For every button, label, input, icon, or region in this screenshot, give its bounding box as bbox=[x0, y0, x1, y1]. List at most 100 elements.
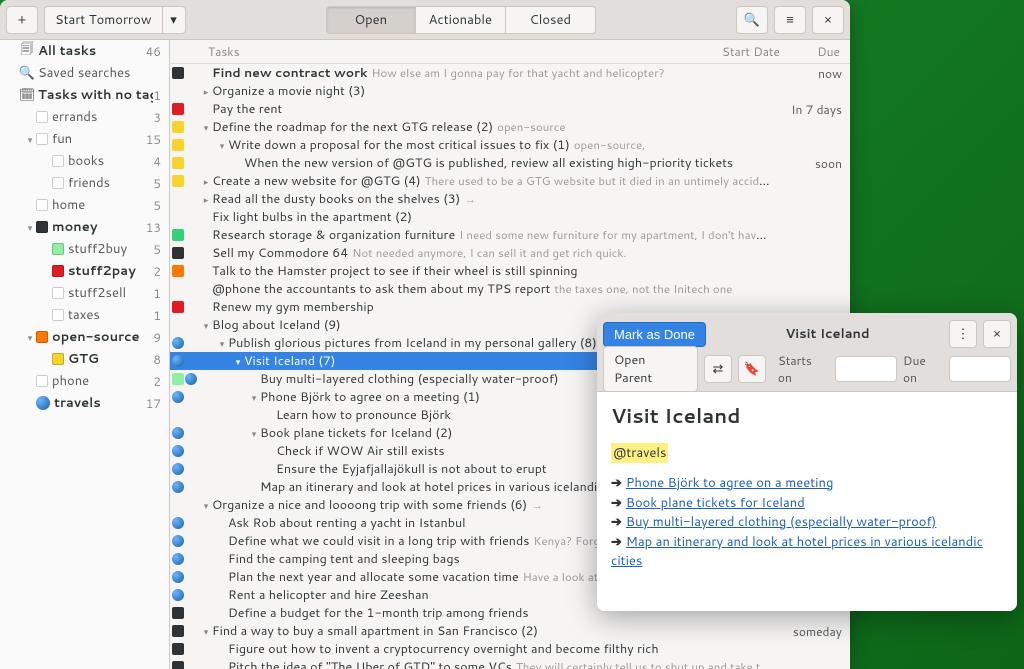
sidebar-item[interactable]: friends5 bbox=[0, 172, 169, 194]
due-input[interactable] bbox=[949, 356, 1011, 382]
task-row[interactable]: ▸Read all the dusty books on the shelves… bbox=[170, 190, 850, 208]
chevron-icon[interactable]: ▾ bbox=[200, 499, 212, 512]
task-row[interactable]: Pitch the idea of "The Uber of GTD" to s… bbox=[170, 658, 850, 669]
color-mark bbox=[172, 67, 184, 79]
globe-icon bbox=[172, 337, 184, 349]
view-actionable[interactable]: Actionable bbox=[416, 6, 506, 34]
menu-button[interactable]: ≡ bbox=[774, 6, 806, 34]
color-mark bbox=[172, 301, 184, 313]
color-mark bbox=[172, 643, 184, 655]
chevron-icon[interactable]: ▾ bbox=[216, 337, 228, 350]
tag-button[interactable]: 🔖 bbox=[738, 355, 766, 383]
sidebar-item[interactable]: 🗓Tasks with no tags1 bbox=[0, 84, 169, 106]
chevron-icon[interactable]: ▾ bbox=[248, 427, 260, 440]
color-mark bbox=[172, 229, 184, 241]
sidebar-item[interactable]: 🗐All tasks46 bbox=[0, 40, 169, 62]
col-due[interactable]: Due bbox=[780, 43, 850, 60]
chevron-icon[interactable]: ▾ bbox=[216, 139, 228, 152]
sidebar-item[interactable]: ▾fun15 bbox=[0, 128, 169, 150]
task-subtitle: There used to be a GTG website but it di… bbox=[425, 172, 772, 189]
globe-icon bbox=[185, 373, 197, 385]
task-row[interactable]: Figure out how to invent a cryptocurrenc… bbox=[170, 640, 850, 658]
starts-input[interactable] bbox=[835, 356, 897, 382]
sidebar-item[interactable]: ▾open-source9 bbox=[0, 326, 169, 348]
sidebar-item[interactable]: stuff2buy5 bbox=[0, 238, 169, 260]
sidebar-item[interactable]: home5 bbox=[0, 194, 169, 216]
globe-icon bbox=[172, 463, 184, 475]
editor-menu-button[interactable]: ⋮ bbox=[949, 320, 977, 348]
sidebar-item-label: fun bbox=[52, 130, 146, 148]
subtask-link[interactable]: Phone Björk to agree on a meeting bbox=[626, 474, 834, 492]
sidebar-item-count: 2 bbox=[153, 373, 161, 390]
view-switcher: Open Actionable Closed bbox=[326, 6, 596, 34]
sidebar-item[interactable]: stuff2sell1 bbox=[0, 282, 169, 304]
task-row[interactable]: Fix light bulbs in the apartment (2) bbox=[170, 208, 850, 226]
sidebar-item-label: travels bbox=[54, 394, 146, 412]
sidebar[interactable]: 🗐All tasks46🔍Saved searches🗓Tasks with n… bbox=[0, 40, 170, 669]
view-closed[interactable]: Closed bbox=[506, 6, 596, 34]
task-row[interactable]: ▸Organize a movie night (3) bbox=[170, 82, 850, 100]
task-row[interactable]: When the new version of @GTG is publishe… bbox=[170, 154, 850, 172]
task-row[interactable]: Pay the rentIn 7 days bbox=[170, 100, 850, 118]
col-tasks[interactable]: Tasks bbox=[178, 43, 700, 60]
sidebar-item[interactable]: stuff2pay2 bbox=[0, 260, 169, 282]
task-body: Pay the rent bbox=[200, 100, 772, 118]
new-task-button[interactable]: + bbox=[6, 6, 38, 34]
task-row[interactable]: Research storage & organization furnitur… bbox=[170, 226, 850, 244]
globe-icon bbox=[36, 396, 50, 410]
sidebar-item-count: 5 bbox=[153, 175, 161, 192]
sidebar-item[interactable]: GTG8 bbox=[0, 348, 169, 370]
sidebar-item[interactable]: books4 bbox=[0, 150, 169, 172]
chevron-icon[interactable]: ▾ bbox=[200, 625, 212, 638]
start-dropdown[interactable]: ▾ bbox=[162, 6, 186, 34]
chevron-icon[interactable]: ▸ bbox=[200, 85, 212, 98]
task-row[interactable]: Find new contract workHow else am I gonn… bbox=[170, 64, 850, 82]
sidebar-item[interactable]: travels17 bbox=[0, 392, 169, 414]
task-row[interactable]: @phone the accountants to ask them about… bbox=[170, 280, 850, 298]
task-body: ▾Write down a proposal for the most crit… bbox=[200, 136, 772, 154]
task-row[interactable]: ▸Create a new website for @GTG (4)There … bbox=[170, 172, 850, 190]
sidebar-item[interactable]: taxes1 bbox=[0, 304, 169, 326]
chevron-icon[interactable]: ▸ bbox=[200, 175, 212, 188]
close-button[interactable]: × bbox=[812, 6, 844, 34]
kebab-icon: ⋮ bbox=[957, 325, 970, 343]
tag-swatch bbox=[52, 243, 64, 255]
sidebar-item[interactable]: ▾money13 bbox=[0, 216, 169, 238]
task-row[interactable]: ▾Define the roadmap for the next GTG rel… bbox=[170, 118, 850, 136]
mark-done-button[interactable]: Mark as Done bbox=[603, 322, 706, 347]
tag-swatch bbox=[36, 221, 48, 233]
chevron-icon[interactable]: ▾ bbox=[200, 319, 212, 332]
search-button[interactable]: 🔍 bbox=[736, 6, 768, 34]
sidebar-item-label: taxes bbox=[68, 306, 153, 324]
col-start[interactable]: Start Date bbox=[700, 43, 780, 60]
sidebar-item[interactable]: 🔍Saved searches bbox=[0, 62, 169, 84]
sidebar-item[interactable]: phone2 bbox=[0, 370, 169, 392]
subtask-link[interactable]: Book plane tickets for Iceland bbox=[626, 494, 805, 512]
chevron-icon[interactable]: ▾ bbox=[248, 391, 260, 404]
open-parent-button[interactable]: Open Parent bbox=[603, 346, 698, 392]
task-title: Blog about Iceland (9) bbox=[212, 316, 341, 334]
subtask-button[interactable]: ⇄ bbox=[704, 355, 732, 383]
chevron-icon[interactable]: ▸ bbox=[200, 193, 212, 206]
editor-tag[interactable]: @travels bbox=[611, 443, 668, 463]
editor-body[interactable]: Visit Iceland @travels ➔Phone Björk to a… bbox=[597, 392, 1017, 611]
task-row[interactable]: Sell my Commodore 64Not needed anymore, … bbox=[170, 244, 850, 262]
subtask-link[interactable]: Map an itinerary and look at hotel price… bbox=[611, 533, 983, 571]
editor-close-button[interactable]: × bbox=[983, 320, 1011, 348]
globe-icon bbox=[172, 553, 184, 565]
subtask-link[interactable]: Buy multi-layered clothing (especially w… bbox=[626, 513, 937, 531]
view-open[interactable]: Open bbox=[326, 6, 416, 34]
chevron-icon[interactable]: ▾ bbox=[200, 121, 212, 134]
task-row[interactable]: Talk to the Hamster project to see if th… bbox=[170, 262, 850, 280]
globe-icon bbox=[172, 517, 184, 529]
sidebar-item[interactable]: errands3 bbox=[0, 106, 169, 128]
start-button[interactable]: Start Tomorrow bbox=[44, 6, 162, 34]
task-title: Map an itinerary and look at hotel price… bbox=[260, 478, 637, 496]
task-title: Ensure the Eyjafjallajökull is not about… bbox=[276, 460, 547, 478]
chevron-icon[interactable]: ▾ bbox=[232, 355, 244, 368]
sidebar-item-count: 5 bbox=[153, 197, 161, 214]
task-row[interactable]: ▾Write down a proposal for the most crit… bbox=[170, 136, 850, 154]
subtask-link-row: ➔Phone Björk to agree on a meeting bbox=[611, 474, 1003, 494]
task-row[interactable]: ▾Find a way to buy a small apartment in … bbox=[170, 622, 850, 640]
task-due: now bbox=[772, 65, 842, 82]
